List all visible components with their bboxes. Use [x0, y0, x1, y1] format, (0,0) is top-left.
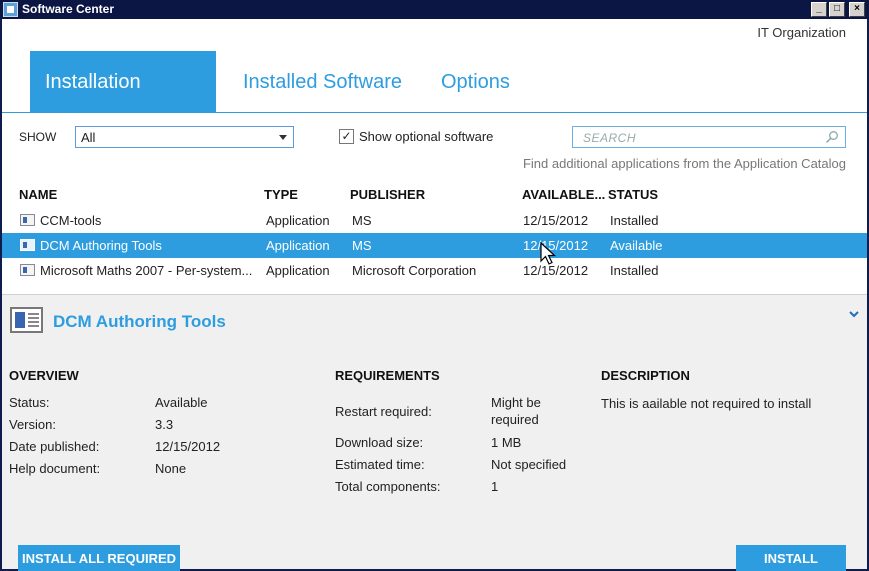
- requirement-label: Download size:: [335, 435, 424, 450]
- column-header-publisher[interactable]: PUBLISHER: [350, 187, 425, 202]
- description-text: This is aailable not required to install: [601, 396, 812, 411]
- overview-heading: OVERVIEW: [9, 368, 79, 383]
- overview-value: Available: [155, 395, 208, 410]
- application-icon: [20, 214, 35, 226]
- show-label: SHOW: [19, 130, 57, 144]
- requirement-label: Estimated time:: [335, 457, 425, 472]
- collapse-chevron-icon[interactable]: [848, 309, 860, 319]
- window-title: Software Center: [22, 2, 115, 16]
- tab-bar: Installation Status Installed Software O…: [2, 51, 867, 155]
- description-heading: DESCRIPTION: [601, 368, 690, 383]
- title-bar: Software Center _ □ ×: [0, 0, 869, 19]
- minimize-button[interactable]: _: [811, 2, 827, 17]
- application-icon: [20, 264, 35, 276]
- row-type: Application: [266, 213, 330, 228]
- maximize-button[interactable]: □: [829, 2, 845, 17]
- install-button[interactable]: INSTALL: [736, 545, 846, 571]
- application-catalog-link[interactable]: Find additional applications from the Ap…: [523, 156, 846, 171]
- requirement-label: Restart required:: [335, 404, 432, 419]
- requirements-heading: REQUIREMENTS: [335, 368, 440, 383]
- overview-value: 12/15/2012: [155, 439, 221, 454]
- detail-pane: DCM Authoring Tools OVERVIEW Status: Ava…: [2, 294, 867, 571]
- row-status: Available: [610, 238, 663, 253]
- chevron-down-icon: [279, 135, 287, 140]
- requirement-value: Not specified: [491, 457, 567, 472]
- tab-options[interactable]: Options: [426, 51, 525, 113]
- search-input[interactable]: SEARCH: [572, 126, 846, 148]
- row-publisher: Microsoft Corporation: [352, 263, 477, 278]
- row-status: Installed: [610, 263, 659, 278]
- show-optional-label: Show optional software: [359, 129, 494, 144]
- overview-label: Version:: [9, 417, 56, 432]
- overview-label: Status:: [9, 395, 50, 410]
- column-header-name[interactable]: NAME: [19, 187, 57, 202]
- tab-installed-software[interactable]: Installed Software: [228, 51, 417, 113]
- show-optional-checkbox[interactable]: ✓: [339, 129, 354, 144]
- show-filter-dropdown[interactable]: All: [75, 126, 294, 148]
- row-name: CCM-tools: [40, 213, 102, 228]
- main-window: IT Organization Installation Status Inst…: [2, 19, 867, 571]
- overview-label: Help document:: [9, 461, 101, 476]
- row-publisher: MS: [352, 213, 372, 228]
- row-name: DCM Authoring Tools: [40, 238, 162, 253]
- row-name: Microsoft Maths 2007 - Per-system...: [40, 263, 253, 278]
- table-row-selected[interactable]: DCM Authoring Tools Application MS 12/15…: [2, 233, 867, 258]
- column-header-type[interactable]: TYPE: [264, 187, 298, 202]
- row-publisher: MS: [352, 238, 372, 253]
- install-all-required-button[interactable]: INSTALL ALL REQUIRED: [18, 545, 180, 571]
- search-icon[interactable]: [825, 130, 839, 144]
- column-header-available[interactable]: AVAILABLE...: [522, 187, 605, 202]
- detail-title: DCM Authoring Tools: [53, 312, 226, 331]
- show-filter-value: All: [81, 130, 96, 145]
- organization-name: IT Organization: [757, 25, 846, 40]
- close-button[interactable]: ×: [849, 2, 865, 17]
- mouse-cursor-icon: [540, 242, 557, 265]
- row-type: Application: [266, 263, 330, 278]
- row-available: 12/15/2012: [523, 213, 589, 228]
- software-center-icon: [3, 2, 18, 17]
- row-type: Application: [266, 238, 330, 253]
- application-large-icon: [10, 307, 43, 333]
- application-icon: [20, 239, 35, 251]
- requirement-value: 1 MB: [491, 435, 522, 450]
- requirement-value: 1: [491, 479, 499, 494]
- table-row[interactable]: CCM-tools Application MS 12/15/2012 Inst…: [2, 208, 867, 233]
- overview-value: None: [155, 461, 187, 476]
- requirement-label: Total components:: [335, 479, 441, 494]
- overview-value: 3.3: [155, 417, 174, 432]
- requirement-value: Might be: [491, 395, 541, 410]
- tab-installation-status[interactable]: Installation Status: [30, 51, 216, 155]
- overview-label: Date published:: [9, 439, 100, 454]
- table-row[interactable]: Microsoft Maths 2007 - Per-system... App…: [2, 258, 867, 283]
- requirement-value: required: [491, 412, 539, 427]
- row-status: Installed: [610, 213, 659, 228]
- column-header-status[interactable]: STATUS: [608, 187, 658, 202]
- search-placeholder: SEARCH: [583, 131, 637, 145]
